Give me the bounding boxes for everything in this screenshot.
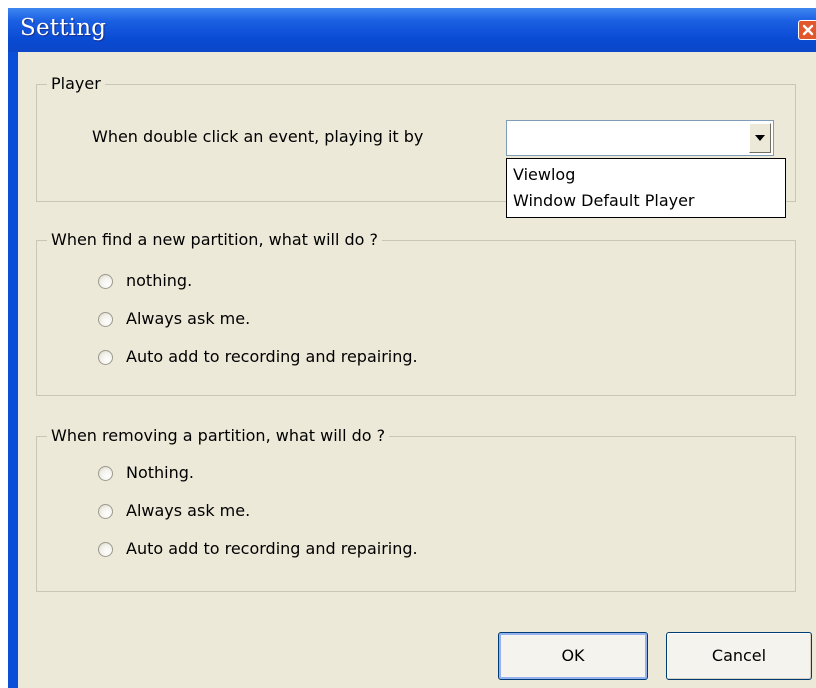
radio-label: nothing.	[126, 271, 193, 290]
new-partition-legend: When find a new partition, what will do …	[47, 229, 383, 251]
radio-button[interactable]	[98, 542, 113, 557]
chevron-down-icon	[755, 135, 765, 141]
radio-button[interactable]	[98, 312, 113, 327]
radio-button[interactable]	[98, 466, 113, 481]
settings-window: Setting Player When double click an even…	[8, 8, 816, 688]
player-dropdown-list: Viewlog Window Default Player	[506, 158, 786, 218]
radio-label: Auto add to recording and repairing.	[126, 347, 418, 366]
window-title: Setting	[20, 15, 107, 41]
radio-label: Always ask me.	[126, 501, 251, 520]
radio-label: Always ask me.	[126, 309, 251, 328]
close-button[interactable]	[798, 20, 816, 40]
close-icon	[802, 24, 814, 36]
dropdown-option-window-default-player[interactable]: Window Default Player	[513, 189, 695, 213]
player-select-dropdown-button[interactable]	[749, 123, 771, 153]
radio-label: Auto add to recording and repairing.	[126, 539, 418, 558]
radio-button[interactable]	[98, 350, 113, 365]
player-select[interactable]	[506, 120, 774, 156]
radio-label: Nothing.	[126, 463, 194, 482]
dialog-body: Player When double click an event, playi…	[18, 52, 816, 688]
radio-button[interactable]	[98, 504, 113, 519]
title-bar[interactable]: Setting	[8, 8, 816, 52]
ok-button[interactable]: OK	[498, 632, 648, 680]
player-prompt-label: When double click an event, playing it b…	[92, 127, 424, 146]
player-group-legend: Player	[47, 73, 105, 95]
dropdown-option-viewlog[interactable]: Viewlog	[513, 163, 575, 187]
radio-button[interactable]	[98, 274, 113, 289]
remove-partition-legend: When removing a partition, what will do …	[47, 425, 390, 447]
cancel-button[interactable]: Cancel	[666, 632, 812, 680]
